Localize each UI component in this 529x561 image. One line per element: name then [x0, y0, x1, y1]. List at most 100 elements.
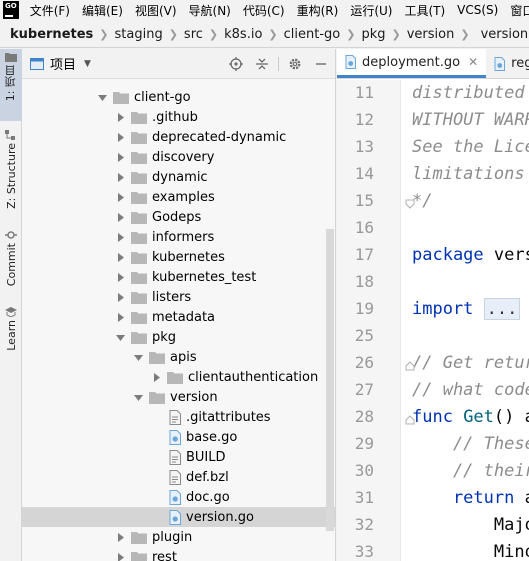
- code-token: distributed under the License is distrib…: [412, 83, 525, 103]
- tree-item[interactable]: apis: [22, 347, 335, 367]
- breadcrumb-item[interactable]: src: [184, 27, 203, 42]
- gear-icon[interactable]: [287, 56, 303, 72]
- tree-item[interactable]: rest: [22, 547, 335, 561]
- code-line: package version: [412, 245, 529, 265]
- tree-item[interactable]: clientauthentication: [22, 367, 335, 387]
- menu-edit[interactable]: 编辑(E): [82, 2, 123, 19]
- menu-window[interactable]: 窗口: [510, 2, 529, 19]
- tree-item[interactable]: def.bzl: [22, 467, 335, 487]
- menu-file[interactable]: 文件(F): [30, 2, 70, 19]
- breadcrumb-item[interactable]: client-go: [284, 27, 341, 42]
- tree-item[interactable]: discovery: [22, 147, 335, 167]
- tree-item[interactable]: .github: [22, 107, 335, 127]
- tool-window-structure-button[interactable]: Z: Structure: [0, 127, 22, 211]
- tree-item[interactable]: version.go: [22, 507, 335, 527]
- chevron-right-icon[interactable]: [115, 172, 125, 182]
- breadcrumb-item[interactable]: k8s.io: [224, 27, 262, 42]
- locate-file-icon[interactable]: [228, 56, 244, 72]
- breadcrumb-item[interactable]: staging: [115, 27, 163, 42]
- breadcrumb-item[interactable]: kubernetes: [10, 27, 93, 42]
- menu-tools[interactable]: 工具(T): [404, 2, 445, 19]
- tool-window-commit-button[interactable]: Commit: [0, 227, 22, 289]
- chevron-right-icon[interactable]: [115, 272, 125, 282]
- tool-window-project-button[interactable]: 1: 项目: [0, 49, 22, 121]
- code-area[interactable]: distributed under the License is distrib…: [412, 80, 529, 561]
- menu-refactor[interactable]: 重构(R): [297, 2, 339, 19]
- collapse-all-icon[interactable]: [254, 56, 270, 72]
- breadcrumb-item[interactable]: version: [407, 27, 455, 42]
- tree-item[interactable]: kubernetes_test: [22, 267, 335, 287]
- code-token: // their defaults are set in base.go: [452, 461, 529, 481]
- project-panel-title[interactable]: 项目: [50, 54, 76, 73]
- chevron-down-icon[interactable]: [133, 352, 143, 362]
- code-token: import: [412, 299, 484, 319]
- menu-vcs[interactable]: VCS(S): [457, 3, 498, 17]
- code-token: // what code a binary was built from.: [412, 380, 529, 400]
- tree-item[interactable]: dynamic: [22, 167, 335, 187]
- line-number-gutter: 11 12 13 14 15 16 17 18 19 25 26 27 28 29 30 31 32 33: [337, 80, 401, 561]
- code-line: func Get() apimachineryversion.Info {: [412, 407, 529, 427]
- fold-marker-icon[interactable]: [405, 199, 415, 209]
- chevron-right-icon[interactable]: [115, 532, 125, 542]
- chevron-right-icon[interactable]: [115, 552, 125, 561]
- tree-item[interactable]: plugin: [22, 527, 335, 547]
- line-number: 33: [354, 542, 374, 561]
- tree-item-label: examples: [152, 189, 215, 205]
- folder-icon: [131, 231, 147, 244]
- code-token[interactable]: ...: [483, 298, 521, 320]
- breadcrumb-item[interactable]: pkg: [361, 27, 385, 42]
- menu-run[interactable]: 运行(U): [350, 2, 392, 19]
- dropdown-arrow-icon[interactable]: ▼: [84, 59, 91, 69]
- chevron-right-icon[interactable]: [115, 312, 125, 322]
- tool-window-learn-button[interactable]: Learn: [0, 304, 22, 356]
- chevron-right-icon[interactable]: [115, 252, 125, 262]
- menu-navigate[interactable]: 导航(N): [189, 2, 231, 19]
- chevron-right-icon[interactable]: [115, 152, 125, 162]
- tree-item[interactable]: examples: [22, 187, 335, 207]
- breadcrumb-item-current[interactable]: version.go: [481, 27, 529, 42]
- chevron-right-icon[interactable]: [151, 372, 161, 382]
- tab-deployment-go[interactable]: deployment.go ✕: [337, 49, 487, 78]
- tree-item[interactable]: doc.go: [22, 487, 335, 507]
- close-icon[interactable]: ✕: [468, 55, 478, 69]
- chevron-right-icon[interactable]: [115, 132, 125, 142]
- tree-item-label: version.go: [186, 509, 254, 525]
- code-editor: deployment.go ✕ regis 11 12 13 14 15 16 17 18 19…: [337, 49, 529, 561]
- tree-item[interactable]: .gitattributes: [22, 407, 335, 427]
- tree-item[interactable]: kubernetes: [22, 247, 335, 267]
- tree-item[interactable]: base.go: [22, 427, 335, 447]
- chevron-down-icon[interactable]: [97, 92, 107, 102]
- tree-scrollbar[interactable]: [326, 229, 334, 531]
- tree-item[interactable]: Godeps: [22, 207, 335, 227]
- menu-view[interactable]: 视图(V): [135, 2, 177, 19]
- chevron-down-icon[interactable]: [115, 332, 125, 342]
- fold-marker-icon[interactable]: [405, 361, 415, 371]
- tree-item[interactable]: metadata: [22, 307, 335, 327]
- tree-item[interactable]: pkg: [22, 327, 335, 347]
- chevron-down-icon[interactable]: [133, 392, 143, 402]
- tree-item[interactable]: version: [22, 387, 335, 407]
- go-file-icon: [169, 489, 181, 505]
- menu-code[interactable]: 代码(C): [243, 2, 285, 19]
- tree-item[interactable]: listers: [22, 287, 335, 307]
- left-tool-strip: 1: 项目 Z: Structure Commit Learn: [0, 49, 22, 561]
- tree-item[interactable]: BUILD: [22, 447, 335, 467]
- folder-icon: [131, 311, 147, 324]
- line-number: 25: [354, 326, 374, 345]
- chevron-right-icon[interactable]: [115, 232, 125, 242]
- tree-item[interactable]: informers: [22, 227, 335, 247]
- chevron-right-icon[interactable]: [115, 212, 125, 222]
- code-token: Major:: [493, 515, 529, 535]
- folder-icon: [131, 131, 147, 144]
- minimize-icon[interactable]: [313, 56, 329, 72]
- chevron-right-icon[interactable]: [115, 112, 125, 122]
- tab-regis[interactable]: regis: [486, 49, 529, 78]
- code-line: limitations under the License.: [412, 164, 529, 184]
- tree-item[interactable]: deprecated-dynamic: [22, 127, 335, 147]
- tree-item-label: doc.go: [186, 489, 230, 505]
- chevron-right-icon[interactable]: [115, 192, 125, 202]
- chevron-right-icon[interactable]: [115, 292, 125, 302]
- tree-item[interactable]: client-go: [22, 87, 335, 107]
- fold-marker-icon[interactable]: [405, 415, 415, 425]
- code-token: apimachineryversion.Info{: [525, 488, 529, 508]
